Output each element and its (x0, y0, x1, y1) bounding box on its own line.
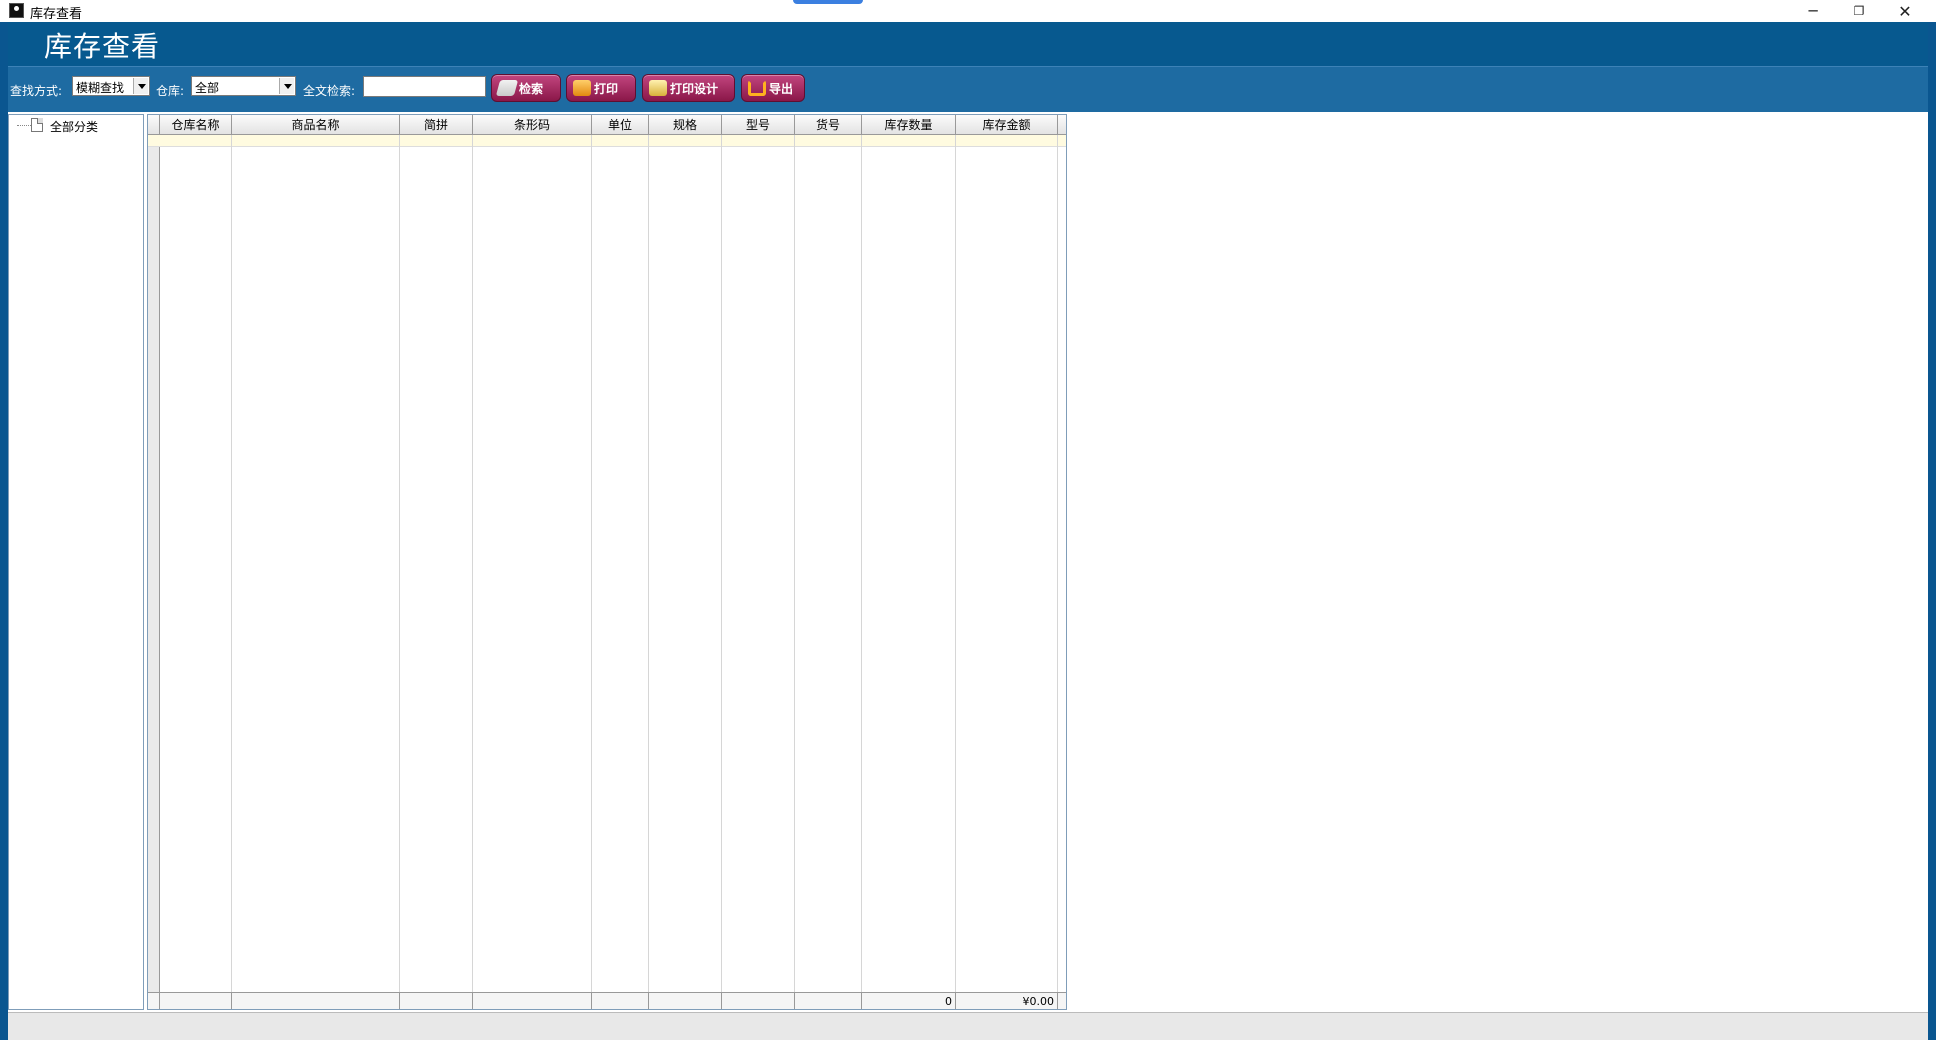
column-header-barcode[interactable]: 条形码 (473, 115, 592, 135)
print-button-label: 打印 (594, 81, 619, 96)
column-divider (794, 135, 795, 993)
column-divider (721, 135, 722, 993)
column-header-unit[interactable]: 单位 (592, 115, 649, 135)
footer-cell (473, 993, 592, 1009)
current-row[interactable] (148, 135, 1066, 147)
restore-button[interactable]: ❐ (1836, 0, 1882, 22)
page-title: 库存查看 (44, 30, 161, 63)
page-header: 库存查看 (8, 22, 1928, 66)
content-area: 全部分类 仓库名称 商品名称 简拼 条形码 单位 规格 型号 货号 库存数量 库… (8, 112, 1928, 1012)
column-header-warehouse[interactable]: 仓库名称 (160, 115, 232, 135)
search-mode-label: 查找方式: (10, 84, 63, 98)
print-design-icon (649, 80, 667, 96)
refresh-icon (748, 80, 766, 96)
column-divider (648, 135, 649, 993)
inventory-grid[interactable]: 仓库名称 商品名称 简拼 条形码 单位 规格 型号 货号 库存数量 库存金额 0… (147, 114, 1067, 1010)
app-icon (9, 3, 24, 18)
print-icon (573, 80, 591, 96)
tree-node-all-categories[interactable]: 全部分类 (50, 118, 98, 135)
minimize-button[interactable]: ─ (1790, 0, 1836, 22)
column-divider (1057, 135, 1058, 993)
search-button-label: 检索 (519, 81, 544, 96)
column-divider (861, 135, 862, 993)
warehouse-select[interactable]: 全部 (191, 76, 296, 96)
column-divider (231, 135, 232, 993)
column-divider (399, 135, 400, 993)
category-tree[interactable]: 全部分类 (8, 114, 144, 1010)
fulltext-label: 全文检索: (303, 84, 356, 98)
footer-cell (649, 993, 722, 1009)
row-indicator-column (148, 115, 160, 1009)
search-button[interactable]: 检索 (491, 74, 561, 102)
fulltext-search-input[interactable] (363, 76, 486, 97)
export-button[interactable]: 导出 (741, 74, 805, 102)
column-header-product-name[interactable]: 商品名称 (232, 115, 400, 135)
column-header-abbreviation[interactable]: 简拼 (400, 115, 473, 135)
print-design-button[interactable]: 打印设计 (642, 74, 735, 102)
search-mode-select[interactable]: 模糊查找 (72, 76, 150, 96)
status-bar (8, 1012, 1928, 1040)
footer-cell (400, 993, 473, 1009)
chevron-down-icon[interactable] (279, 78, 294, 94)
window-titlebar: 库存查看 ─ ❐ ✕ (0, 0, 1936, 22)
grid-header: 仓库名称 商品名称 简拼 条形码 单位 规格 型号 货号 库存数量 库存金额 (148, 115, 1066, 135)
footer-cell (592, 993, 649, 1009)
footer-cell (160, 993, 232, 1009)
window-body: 库存查看 查找方式: 模糊查找 仓库: 全部 全文检索: 检索 打印 打印设计 … (8, 22, 1928, 1040)
footer-cell (232, 993, 400, 1009)
column-header-item-no[interactable]: 货号 (795, 115, 862, 135)
window-title: 库存查看 (30, 7, 83, 22)
chevron-down-icon[interactable] (133, 78, 148, 94)
column-divider (472, 135, 473, 993)
document-icon (31, 118, 43, 132)
search-mode-value: 模糊查找 (76, 81, 125, 95)
column-header-model[interactable]: 型号 (722, 115, 795, 135)
tree-connector (17, 125, 31, 126)
warehouse-value: 全部 (195, 81, 220, 95)
footer-cell (722, 993, 795, 1009)
print-design-button-label: 打印设计 (670, 81, 719, 96)
window-frame: 库存查看 查找方式: 模糊查找 仓库: 全部 全文检索: 检索 打印 打印设计 … (0, 22, 1936, 1040)
search-icon (495, 80, 519, 96)
footer-amount-total: ¥0.00 (956, 993, 1058, 1009)
footer-cell (795, 993, 862, 1009)
column-divider (955, 135, 956, 993)
export-button-label: 导出 (769, 81, 794, 96)
column-divider (591, 135, 592, 993)
footer-quantity-total: 0 (862, 993, 956, 1009)
column-header-stock-qty[interactable]: 库存数量 (862, 115, 956, 135)
system-indicator (793, 0, 863, 4)
toolbar: 查找方式: 模糊查找 仓库: 全部 全文检索: 检索 打印 打印设计 导出 (8, 66, 1928, 112)
column-header-stock-amount[interactable]: 库存金额 (956, 115, 1058, 135)
footer-corner (148, 993, 160, 1009)
warehouse-label: 仓库: (156, 84, 185, 98)
close-button[interactable]: ✕ (1882, 0, 1928, 22)
header-corner (148, 115, 160, 135)
print-button[interactable]: 打印 (566, 74, 636, 102)
grid-summary-row: 0 ¥0.00 (148, 992, 1066, 1009)
column-header-spec[interactable]: 规格 (649, 115, 722, 135)
